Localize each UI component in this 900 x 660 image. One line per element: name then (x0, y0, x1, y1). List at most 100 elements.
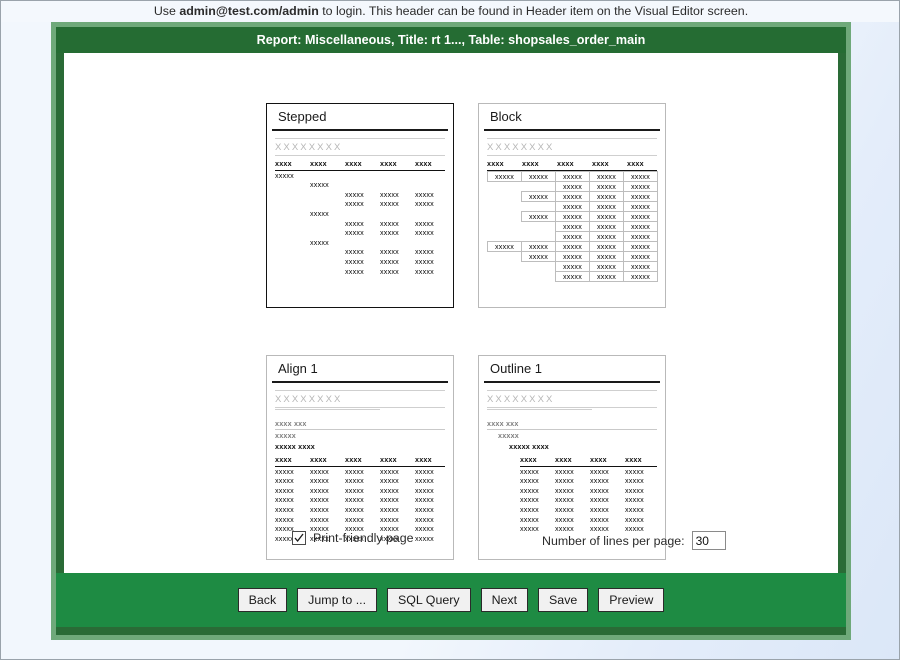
preview-column-header: xxxx (310, 159, 327, 168)
jump-to-button[interactable]: Jump to ... (297, 588, 378, 612)
next-button[interactable]: Next (480, 588, 529, 612)
layout-preview-block: XXXXXXXX xxxx xxxx xxxx xxxx xxxx xxxxx xxxxx xx… (479, 131, 665, 282)
preview-cell: xxxxx (380, 476, 399, 486)
instruction-prefix: Use (153, 4, 180, 18)
preview-column-header: xxxx (345, 159, 362, 168)
preview-cell: xxxxx (555, 485, 574, 495)
preview-cell: xxxxx (310, 476, 329, 486)
preview-cell: xxxxx (625, 485, 644, 495)
preview-cell: xxxxx (415, 514, 434, 524)
print-friendly-checkbox[interactable] (292, 531, 306, 545)
preview-cell: xxxxx (380, 247, 399, 257)
sql-query-button[interactable]: SQL Query (387, 588, 471, 612)
preview-data-row: xxxxx xxxxx xxxxx xxxxx xxxxx (275, 476, 445, 486)
preview-cell: xxxxx (625, 504, 644, 514)
preview-data-row: xxxxx (310, 180, 445, 190)
preview-cell: xxxxx (275, 485, 294, 495)
preview-column-header: xxxx (380, 159, 397, 168)
preview-data-row: xxxxx xxxxx xxxxx xxxxx (520, 505, 657, 515)
preview-data-row: xxxxx xxxxx xxxxx xxxxx (520, 467, 657, 477)
preview-column-header-row: xxxx xxxx xxxx xxxx (520, 455, 657, 467)
preview-cell: xxxxx (520, 485, 539, 495)
preview-cell: xxxxx (345, 485, 364, 495)
preview-cell: xxxxx (310, 485, 329, 495)
preview-data-row: xxxxx xxxxx xxxxx xxxxx xxxxx (487, 170, 658, 182)
preview-cell: xxxxx (415, 218, 434, 228)
print-friendly-option[interactable]: Print-friendly page (292, 531, 414, 545)
preview-data-row: xxxxx (275, 171, 445, 181)
preview-column-header: xxxx (625, 455, 642, 464)
preview-data-row: xxxxx xxxxx xxxxx (487, 260, 658, 272)
preview-data-row: xxxxx xxxxx xxxxx xxxxx xxxxx (275, 515, 445, 525)
preview-cell: xxxxx (590, 476, 609, 486)
preview-group-line: xxxxx xxxx (509, 442, 549, 451)
preview-data-row: xxxxx xxxxx xxxxx (345, 247, 445, 257)
window-title: Report: Miscellaneous, Title: rt 1..., T… (256, 33, 646, 47)
preview-cell: xxxxx (415, 485, 434, 495)
preview-column-header: xxxx (275, 159, 292, 168)
preview-data-row: xxxxx xxxxx xxxxx (345, 267, 445, 277)
preview-data-row: xxxxx xxxxx xxxxx (487, 180, 658, 192)
save-button[interactable]: Save (538, 588, 589, 612)
preview-cell: xxxxx (555, 466, 574, 476)
preview-cell: xxxxx (520, 504, 539, 514)
preview-cell (521, 271, 556, 282)
preview-cell: xxxxx (623, 270, 658, 282)
preview-cell: xxxxx (520, 466, 539, 476)
preview-data-row: xxxxx xxxxx xxxxx (487, 200, 658, 212)
lines-per-page-input[interactable] (691, 531, 726, 550)
preview-data-row: xxxxx xxxxx xxxxx xxxxx xxxxx (487, 240, 658, 252)
layout-card-outline1[interactable]: Outline 1 XXXXXXXX xxxx xxx xxxxx xxxxx xxxx… (478, 355, 666, 560)
preview-cell: xxxxx (380, 199, 399, 209)
layout-card-align1[interactable]: Align 1 XXXXXXXX xxxx xxx xxxxx xxxxx xxxx xx… (266, 355, 454, 560)
preview-column-header-row: xxxx xxxx xxxx xxxx xxxx (275, 455, 445, 467)
preview-cell: xxxxx (380, 485, 399, 495)
preview-group-line: xxxxx (498, 431, 519, 440)
report-options-row: Print-friendly page Number of lines per … (64, 531, 838, 561)
preview-cell: xxxxx (345, 189, 364, 199)
lines-per-page-option: Number of lines per page: (542, 531, 726, 550)
preview-cell: xxxxx (415, 266, 434, 276)
print-friendly-label: Print-friendly page (313, 531, 414, 545)
preview-cell: xxxxx (380, 495, 399, 505)
preview-column-header: xxxx (627, 159, 644, 168)
preview-column-header: xxxx (345, 455, 362, 464)
preview-data-row: xxxxx xxxxx xxxxx (487, 270, 658, 282)
preview-column-header: xxxx (415, 159, 432, 168)
preview-cell: xxxxx (345, 504, 364, 514)
preview-cell: xxxxx (415, 256, 434, 266)
preview-cell (487, 271, 522, 282)
preview-placeholder-header: XXXXXXXX (275, 394, 343, 405)
preview-cell: xxxxx (415, 228, 434, 238)
preview-data-row: xxxxx xxxxx xxxxx (345, 228, 445, 238)
preview-cell: xxxxx (520, 476, 539, 486)
preview-cell: xxxxx (590, 504, 609, 514)
layout-card-title: Outline 1 (484, 359, 660, 383)
preview-data-row: xxxxx xxxxx xxxxx xxxxx (520, 495, 657, 505)
window-title-bar: Report: Miscellaneous, Title: rt 1..., T… (56, 27, 846, 53)
preview-cell: xxxxx (415, 466, 434, 476)
preview-column-header: xxxx (487, 159, 504, 168)
preview-cell: xxxxx (345, 218, 364, 228)
preview-cell: xxxxx (415, 476, 434, 486)
preview-column-header: xxxx (592, 159, 609, 168)
preview-cell: xxxxx (345, 266, 364, 276)
preview-cell: xxxxx (520, 514, 539, 524)
page-root: Use admin@test.com/admin to login. This … (0, 0, 900, 660)
preview-data-row: xxxxx xxxxx xxxxx xxxxx (487, 190, 658, 202)
preview-cell: xxxxx (310, 237, 329, 247)
layout-card-stepped[interactable]: Stepped XXXXXXXX xxxx xxxx xxxx xxxx xxxx xxxxx… (266, 103, 454, 308)
preview-button[interactable]: Preview (598, 588, 665, 612)
preview-cell: xxxxx (345, 228, 364, 238)
preview-column-header: xxxx (557, 159, 574, 168)
preview-cell: xxxxx (310, 466, 329, 476)
preview-cell: xxxxx (415, 247, 434, 257)
preview-cell: xxxxx (345, 476, 364, 486)
layout-card-block[interactable]: Block XXXXXXXX xxxx xxxx xxxx xxxx xxxx xxxxx xx… (478, 103, 666, 308)
preview-column-header: xxxx (415, 455, 432, 464)
preview-cell: xxxxx (275, 514, 294, 524)
back-button[interactable]: Back (237, 588, 288, 612)
preview-cell: xxxxx (345, 466, 364, 476)
layout-card-title: Stepped (272, 107, 448, 131)
preview-group-line: xxxx xxx (275, 418, 445, 430)
